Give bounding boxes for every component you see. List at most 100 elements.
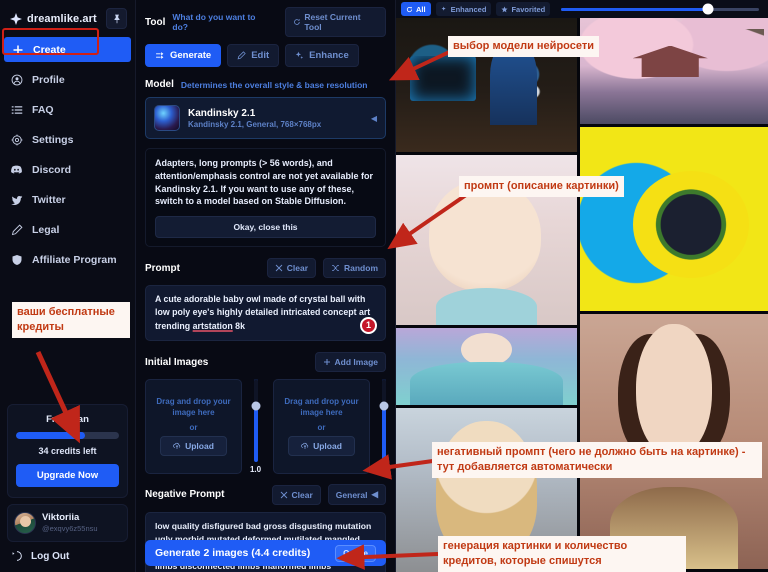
gallery-panel: All Enhanced Favorited — [396, 0, 768, 572]
add-image-label: Add Image — [334, 357, 378, 368]
close-icon — [275, 264, 283, 272]
dropzone-or: or — [189, 422, 198, 432]
twitter-icon — [10, 193, 23, 206]
reset-icon — [293, 18, 300, 25]
sidebar-item-create[interactable]: Create — [4, 37, 131, 62]
filter-enhanced-chip[interactable]: Enhanced — [435, 2, 492, 16]
gallery-tile-angel-figure[interactable] — [396, 328, 577, 405]
initial-image-slot-2: Drag and drop your image here or Upload … — [273, 379, 392, 475]
initial-image-slot-1: Drag and drop your image here or Upload … — [145, 379, 264, 475]
prompt-clear-button[interactable]: Clear — [266, 258, 316, 279]
prompt-value-b: 8k — [232, 320, 245, 331]
tool-buttons: Generate Edit Enhance — [145, 44, 386, 67]
annotation-model: выбор модели нейросети — [448, 36, 599, 57]
brand[interactable]: dreamlike.art — [10, 12, 97, 25]
model-notice: Adapters, long prompts (> 56 words), and… — [145, 148, 386, 248]
gallery-tile-cherry-blossom-pagoda[interactable] — [580, 18, 768, 124]
zoom-slider-fill — [561, 8, 708, 11]
generate-queue-button[interactable]: Queue — [335, 544, 376, 562]
plan-credits-left: 34 credits left — [38, 446, 97, 456]
filter-favorited-label: Favorited — [511, 4, 546, 14]
strength-slider-knob[interactable] — [251, 401, 260, 411]
dropzone-1[interactable]: Drag and drop your image here or Upload — [145, 379, 242, 475]
diamond-logo-icon — [10, 12, 22, 25]
zoom-slider-knob[interactable] — [702, 3, 714, 15]
sidebar-item-label: Affiliate Program — [32, 253, 117, 266]
sidebar-item-legal[interactable]: Legal — [0, 217, 135, 242]
chevron-down-icon[interactable]: ◀ — [371, 114, 377, 123]
sidebar-item-label: Legal — [32, 223, 60, 236]
negative-prompt-header: Negative Prompt Clear General ◀ — [145, 484, 386, 506]
filter-all-chip[interactable]: All — [401, 2, 431, 16]
sparkle-icon — [441, 5, 446, 11]
sidebar-item-discord[interactable]: Discord — [0, 157, 135, 182]
sidebar-item-faq[interactable]: FAQ — [0, 97, 135, 122]
pencil-icon — [237, 51, 246, 60]
upload-label: Upload — [185, 440, 214, 451]
dropzone-or: or — [317, 422, 326, 432]
prompt-value-a: A cute adorable baby owl made of crystal… — [155, 294, 371, 331]
upload-button-1[interactable]: Upload — [160, 435, 227, 456]
strength-slider-1[interactable]: 1.0 — [247, 379, 264, 474]
user-card[interactable]: Viktoriia @exqvy6z55nsu — [7, 504, 128, 542]
okay-close-this-button[interactable]: Okay, close this — [155, 216, 376, 239]
model-selector[interactable]: Kandinsky 2.1 Kandinsky 2.1, General, 76… — [145, 97, 386, 139]
annotation-credits: ваши бесплатные кредиты — [12, 302, 130, 338]
tool-enhance-label: Enhance — [309, 50, 349, 61]
generate-button[interactable]: Generate 2 images (4.4 credits) Queue — [145, 540, 386, 566]
filter-enhanced-label: Enhanced — [450, 4, 487, 14]
plus-icon — [11, 43, 24, 56]
model-description: Kandinsky 2.1, General, 768×768px — [188, 120, 322, 130]
sidebar-item-label: Create — [33, 43, 66, 56]
reset-current-tool-label: Reset Current Tool — [304, 12, 361, 32]
strength-slider-track[interactable] — [379, 379, 388, 463]
add-image-button[interactable]: Add Image — [314, 352, 386, 373]
plan-card: Free Plan 34 credits left Upgrade Now — [7, 404, 128, 498]
sidebar-item-settings[interactable]: Settings — [0, 127, 135, 152]
gallery-tile-sunflower-clock[interactable] — [580, 127, 768, 311]
prompt-random-button[interactable]: Random — [323, 258, 386, 279]
strength-value-2: 1.0 — [377, 465, 390, 475]
dropzone-2[interactable]: Drag and drop your image here or Upload — [273, 379, 370, 475]
negative-prompt-preset-label: General — [335, 489, 368, 500]
strength-slider-knob[interactable] — [379, 401, 388, 411]
tool-enhance-button[interactable]: Enhance — [285, 44, 359, 67]
upload-button-2[interactable]: Upload — [288, 435, 355, 456]
tool-title: Tool — [145, 16, 166, 28]
filter-favorited-chip[interactable]: Favorited — [496, 2, 551, 16]
strength-slider-track[interactable] — [251, 379, 260, 463]
pen-icon — [10, 223, 23, 236]
model-thumbnail — [154, 105, 180, 131]
user-handle: @exqvy6z55nsu — [42, 524, 98, 534]
gallery-zoom-slider[interactable] — [561, 3, 759, 15]
dropzone-text: Drag and drop your image here — [284, 397, 359, 418]
user-name: Viktoriia — [42, 512, 80, 524]
initial-images-header: Initial Images Add Image — [145, 352, 386, 373]
list-icon — [10, 103, 23, 116]
sidebar-item-affiliate-program[interactable]: Affiliate Program — [0, 247, 135, 272]
generate-button-label: Generate 2 images (4.4 credits) — [155, 547, 311, 559]
sidebar-item-label: Settings — [32, 133, 74, 146]
negative-prompt-preset-select[interactable]: General ◀ — [327, 484, 386, 506]
logout-button[interactable]: Log Out — [0, 550, 135, 572]
avatar — [14, 512, 36, 534]
sidebar: dreamlike.art Create Profile FAQ Setting… — [0, 0, 136, 572]
tool-subtitle: What do you want to do? — [172, 12, 256, 32]
plan-progress-bar — [16, 432, 119, 439]
sidebar-item-twitter[interactable]: Twitter — [0, 187, 135, 212]
sidebar-item-label: FAQ — [32, 103, 54, 116]
gallery-column-left — [396, 18, 577, 572]
reset-current-tool-button[interactable]: Reset Current Tool — [284, 7, 386, 37]
strength-slider-2[interactable]: 1.0 — [375, 379, 392, 474]
upgrade-now-button[interactable]: Upgrade Now — [16, 464, 119, 487]
negative-prompt-clear-button[interactable]: Clear — [271, 484, 321, 505]
tool-edit-button[interactable]: Edit — [227, 44, 280, 67]
prompt-input[interactable]: A cute adorable baby owl made of crystal… — [145, 285, 386, 342]
tool-section-header: Tool What do you want to do? Reset Curre… — [145, 7, 386, 37]
sidebar-item-profile[interactable]: Profile — [0, 67, 135, 92]
tool-generate-button[interactable]: Generate — [145, 44, 222, 67]
pin-button[interactable] — [106, 8, 127, 29]
initial-images-row: Drag and drop your image here or Upload … — [145, 379, 389, 475]
annotation-generate: генерация картинки и количество кредитов… — [438, 536, 686, 572]
annotation-negative-prompt: негативный промпт (чего не должно быть н… — [432, 442, 762, 478]
